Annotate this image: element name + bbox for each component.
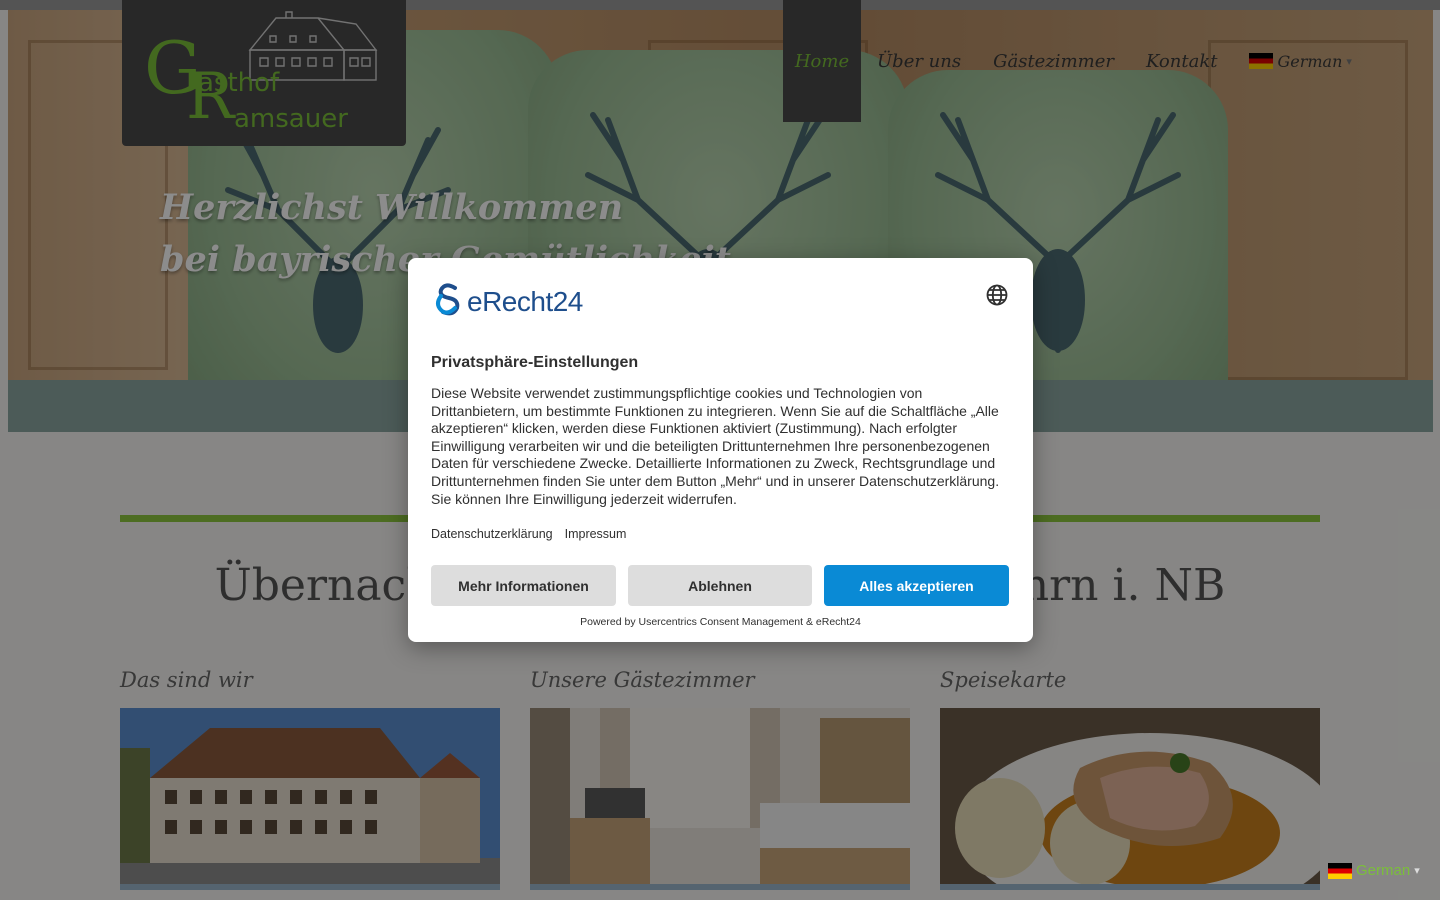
consent-body: Diese Website verwendet zustimmungspflic…: [431, 385, 1000, 507]
imprint-link[interactable]: Impressum: [565, 527, 627, 541]
privacy-policy-link[interactable]: Datenschutzerklärung: [431, 527, 553, 541]
consent-title: Privatsphäre-Einstellungen: [431, 354, 639, 371]
paragraph-logo-icon: [436, 283, 460, 316]
german-flag-icon: [1328, 862, 1352, 879]
chevron-down-icon: ▾: [1414, 865, 1420, 877]
accept-all-button[interactable]: Alles akzeptieren: [824, 565, 1009, 606]
floating-language-switcher[interactable]: German ▾: [1328, 862, 1420, 879]
decline-button[interactable]: Ablehnen: [628, 565, 812, 606]
consent-dialog: eRecht24 Privatsphäre-Einstellungen Dies…: [408, 258, 1033, 642]
more-info-button[interactable]: Mehr Informationen: [431, 565, 616, 606]
globe-icon[interactable]: [986, 284, 1008, 306]
consent-links: Datenschutzerklärung Impressum: [431, 527, 626, 541]
erecht24-logo: eRecht24: [431, 282, 583, 322]
powered-by-text: Powered by Usercentrics Consent Manageme…: [580, 616, 861, 628]
brand-name: eRecht24: [467, 286, 583, 317]
floating-language-label: German: [1356, 862, 1411, 879]
